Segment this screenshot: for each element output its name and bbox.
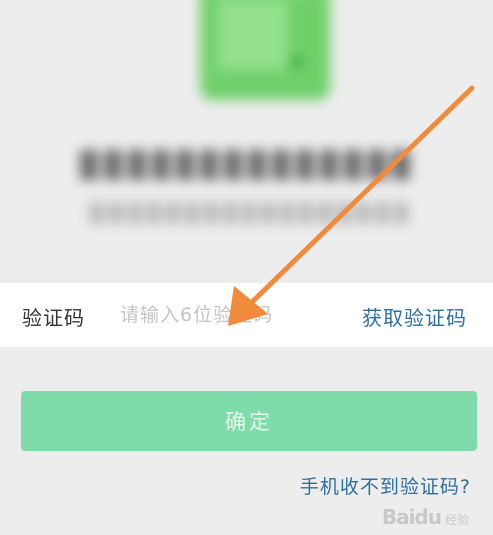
phone-button-shape <box>290 56 302 68</box>
verification-code-row: 验证码 获取验证码 <box>0 283 493 347</box>
confirm-button[interactable]: 确定 <box>21 391 477 451</box>
no-code-help-link[interactable]: 手机收不到验证码? <box>300 472 471 499</box>
verification-code-label: 验证码 <box>22 306 85 330</box>
watermark-sub-text: 经验 <box>444 513 469 527</box>
phone-screen-shape <box>218 0 288 70</box>
baidu-watermark-logo: Baidu 经验 <box>382 505 469 529</box>
get-code-button[interactable]: 获取验证码 <box>362 302 467 331</box>
blurred-header-area <box>0 0 493 270</box>
watermark-brand-text: Baidu <box>381 505 442 529</box>
blurred-hint-text <box>90 202 410 224</box>
phone-sms-illustration-icon <box>200 0 330 100</box>
verification-code-input[interactable] <box>120 297 340 333</box>
blurred-phone-number-text <box>80 150 415 180</box>
